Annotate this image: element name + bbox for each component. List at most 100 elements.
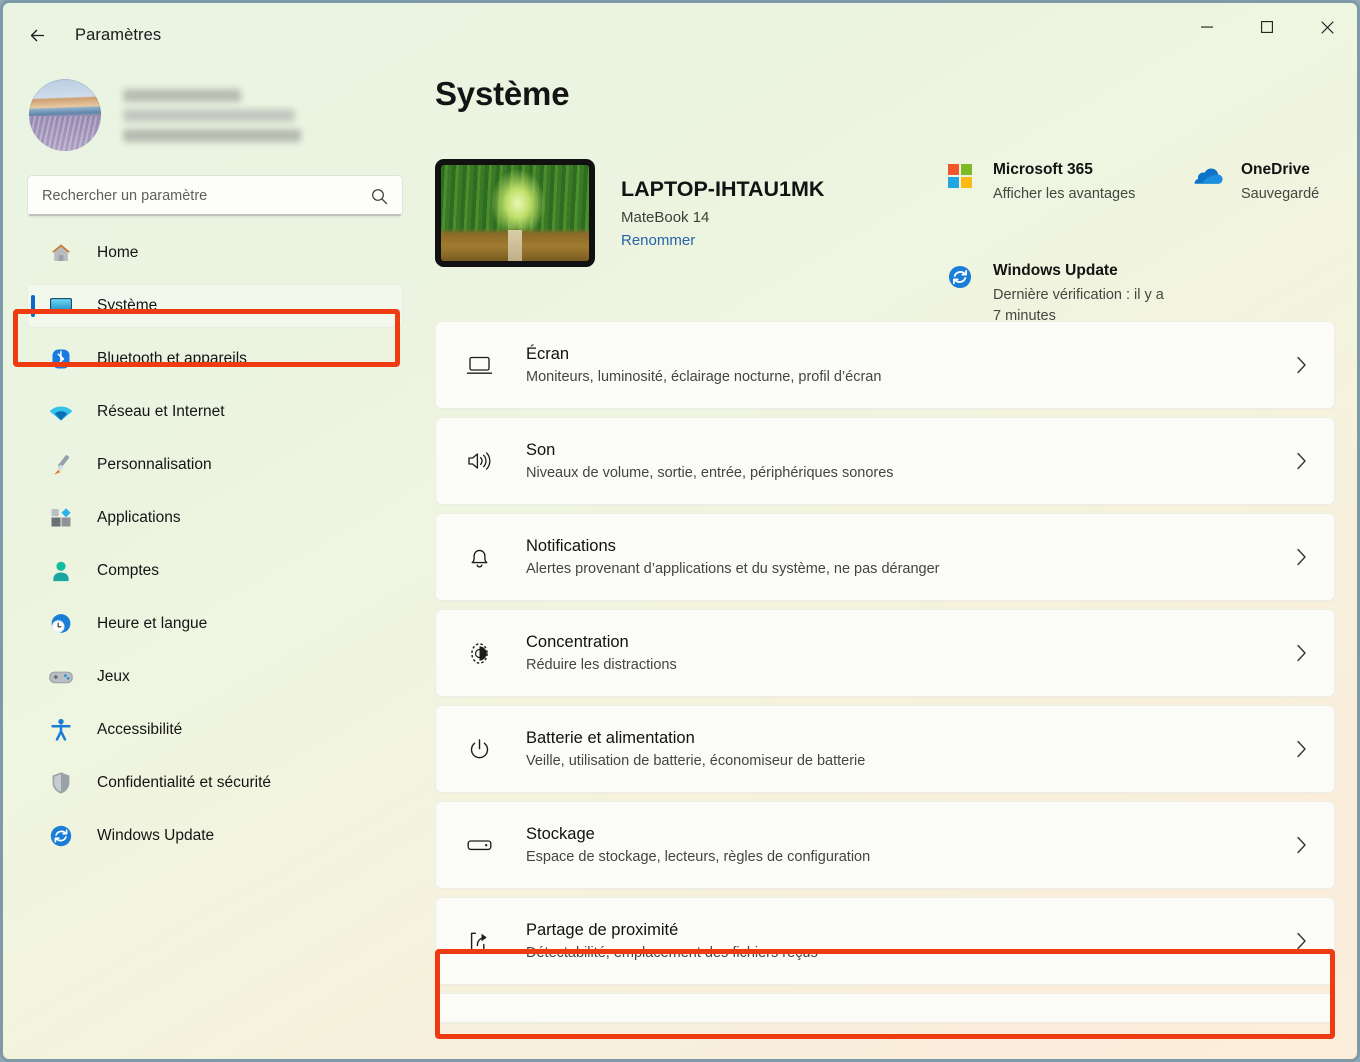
settings-row-title: Batterie et alimentation (526, 729, 695, 747)
home-icon (47, 240, 75, 266)
info-card-onedrive[interactable]: OneDrive Sauvegardé (1193, 161, 1357, 205)
sidebar-item-bluetooth[interactable]: Bluetooth et appareils (27, 337, 403, 381)
chevron-right-icon (1295, 547, 1308, 567)
device-name: LAPTOP-IHTAU1MK (621, 177, 825, 201)
update-icon (945, 262, 975, 292)
settings-row-concentration[interactable]: Concentration Réduire les distractions (435, 609, 1335, 697)
gamepad-icon (47, 664, 75, 690)
settings-row-subtitle: Niveaux de volume, sortie, entrée, périp… (526, 465, 894, 481)
chevron-right-icon (1295, 931, 1308, 951)
sidebar-item-label: Home (97, 244, 139, 261)
minimize-icon (1201, 26, 1213, 28)
settings-row-partage-de-proximite[interactable]: Partage de proximité Détectabilité, empl… (435, 897, 1335, 985)
apps-icon (47, 505, 75, 531)
clock-globe-icon (47, 611, 75, 637)
sidebar-item-label: Système (97, 297, 158, 314)
sidebar-item-confidentialite[interactable]: Confidentialité et sécurité (27, 761, 403, 805)
settings-row-title: Partage de proximité (526, 921, 679, 939)
settings-row-next-partial[interactable] (435, 993, 1335, 1023)
sidebar-item-heure[interactable]: Heure et langue (27, 602, 403, 646)
sidebar-item-systeme[interactable]: Système (27, 284, 403, 328)
sidebar-item-windows-update[interactable]: Windows Update (27, 814, 403, 858)
wifi-icon (47, 399, 75, 425)
settings-row-ecran[interactable]: Écran Moniteurs, luminosité, éclairage n… (435, 321, 1335, 409)
info-card-microsoft365[interactable]: Microsoft 365 Afficher les avantages (945, 161, 1155, 205)
settings-row-notifications[interactable]: Notifications Alertes provenant d’applic… (435, 513, 1335, 601)
device-model: MateBook 14 (621, 209, 710, 226)
accessibility-icon (47, 717, 75, 743)
share-icon (464, 926, 494, 956)
microsoft-logo-icon (945, 161, 975, 191)
window-title: Paramètres (75, 25, 162, 44)
back-button[interactable] (17, 17, 57, 53)
rename-link[interactable]: Renommer (621, 232, 695, 249)
info-card-title: OneDrive (1241, 161, 1310, 178)
sidebar-item-label: Accessibilité (97, 721, 183, 738)
paintbrush-icon (47, 452, 75, 478)
settings-row-subtitle: Détectabilité, emplacement des fichiers … (526, 945, 818, 961)
settings-row-title: Concentration (526, 633, 629, 651)
speaker-icon (464, 446, 494, 476)
sidebar-item-reseau[interactable]: Réseau et Internet (27, 390, 403, 434)
display-icon (464, 350, 494, 380)
device-info: LAPTOP-IHTAU1MK MateBook 14 Renommer (435, 159, 945, 285)
close-button[interactable] (1297, 3, 1357, 51)
info-cards: Microsoft 365 Afficher les avantages One… (945, 159, 1335, 324)
sidebar-item-applications[interactable]: Applications (27, 496, 403, 540)
chevron-right-icon (1295, 451, 1308, 471)
settings-window: Paramètres Rechercher un paramètre Home … (0, 0, 1360, 1062)
main-content: Système LAPTOP-IHTAU1MK MateBook 14 Reno… (427, 67, 1357, 1059)
device-summary: LAPTOP-IHTAU1MK MateBook 14 Renommer Mic… (435, 159, 1335, 324)
settings-row-title: Stockage (526, 825, 595, 843)
info-card-windows-update[interactable]: Windows Update Dernière vérification : i… (945, 262, 1175, 327)
title-bar: Paramètres (3, 3, 1357, 67)
sidebar-item-comptes[interactable]: Comptes (27, 549, 403, 593)
settings-row-subtitle: Alertes provenant d’applications et du s… (526, 561, 940, 577)
settings-row-batterie[interactable]: Batterie et alimentation Veille, utilisa… (435, 705, 1335, 793)
search-box[interactable] (27, 175, 403, 217)
sidebar-item-home[interactable]: Home (27, 231, 403, 275)
settings-row-son[interactable]: Son Niveaux de volume, sortie, entrée, p… (435, 417, 1335, 505)
back-arrow-icon (30, 29, 44, 41)
window-controls (1177, 3, 1357, 51)
maximize-icon (1261, 21, 1273, 33)
settings-row-stockage[interactable]: Stockage Espace de stockage, lecteurs, r… (435, 801, 1335, 889)
minimize-button[interactable] (1177, 3, 1237, 51)
sidebar-item-label: Applications (97, 509, 181, 526)
sidebar-item-label: Heure et langue (97, 615, 208, 632)
info-card-title: Windows Update (993, 262, 1118, 279)
monitor-icon (47, 293, 75, 319)
sidebar: Home Système (3, 67, 427, 1059)
sidebar-item-personnalisation[interactable]: Personnalisation (27, 443, 403, 487)
info-card-title: Microsoft 365 (993, 161, 1093, 178)
sidebar-item-label: Réseau et Internet (97, 403, 225, 420)
chevron-right-icon (1295, 835, 1308, 855)
settings-row-title: Notifications (526, 537, 616, 555)
close-icon (1320, 20, 1334, 34)
chevron-right-icon (1295, 355, 1308, 375)
settings-row-subtitle: Veille, utilisation de batterie, économi… (526, 753, 866, 769)
sidebar-item-jeux[interactable]: Jeux (27, 655, 403, 699)
focus-icon (464, 638, 494, 668)
shield-icon (47, 770, 75, 796)
person-icon (47, 558, 75, 584)
sidebar-item-accessibilite[interactable]: Accessibilité (27, 708, 403, 752)
drive-icon (464, 830, 494, 860)
settings-row-title: Écran (526, 345, 570, 363)
info-card-subtitle: Afficher les avantages (993, 186, 1136, 202)
page-title: Système (435, 75, 570, 112)
onedrive-cloud-icon (1193, 161, 1223, 191)
sidebar-item-label: Windows Update (97, 827, 215, 844)
sidebar-item-label: Bluetooth et appareils (97, 350, 247, 367)
maximize-button[interactable] (1237, 3, 1297, 51)
settings-row-title: Son (526, 441, 556, 459)
chevron-right-icon (1295, 739, 1308, 759)
search-input[interactable] (28, 188, 371, 204)
account-block[interactable] (27, 67, 403, 163)
device-wallpaper-thumbnail (435, 159, 595, 267)
update-icon (47, 823, 75, 849)
sidebar-item-label: Comptes (97, 562, 160, 579)
sidebar-item-label: Confidentialité et sécurité (97, 774, 272, 791)
account-name-redacted (123, 88, 301, 142)
sidebar-nav: Home Système Bluetooth et appareils Rése… (27, 231, 403, 858)
